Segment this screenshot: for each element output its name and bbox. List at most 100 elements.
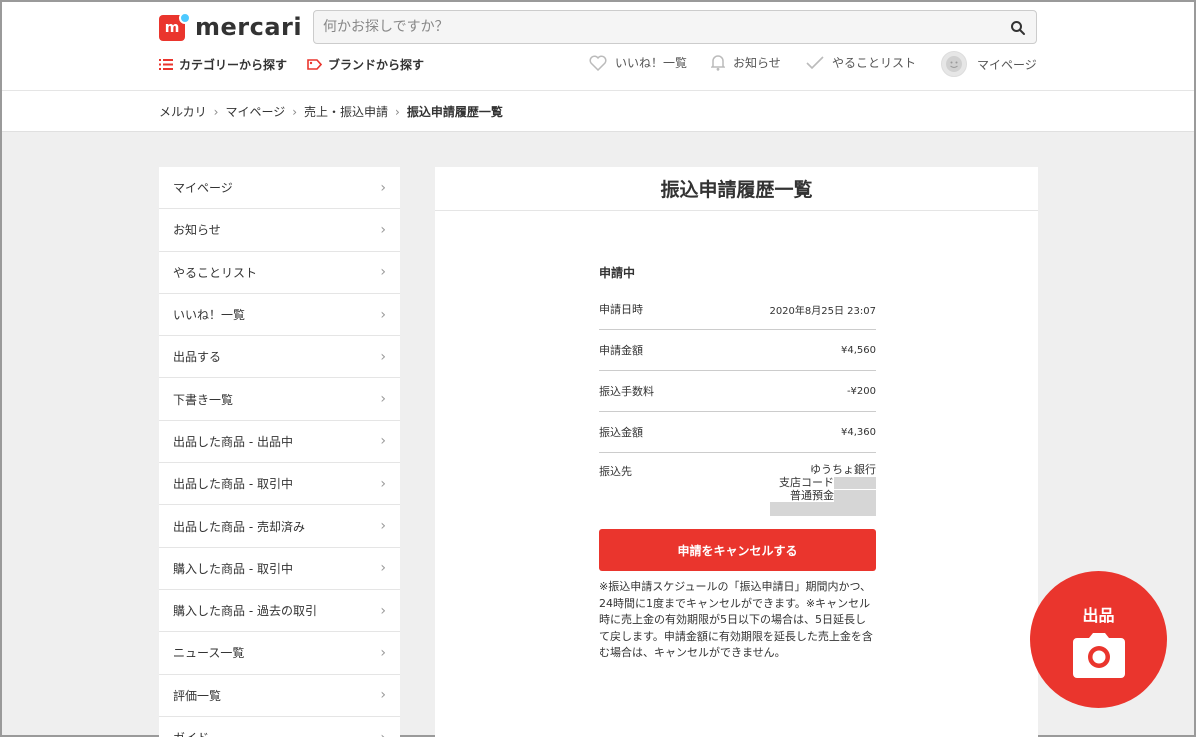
sidebar-item-todo[interactable]: やることリスト › (159, 252, 400, 294)
brand-search-label: ブランドから探す (328, 58, 425, 72)
row-value: -¥200 (846, 385, 876, 397)
redacted-branch (834, 477, 876, 489)
sidebar-item-purchased-past[interactable]: 購入した商品 - 過去の取引 › (159, 590, 400, 633)
chevron-right-icon: › (380, 433, 386, 450)
row-value: ¥4,360 (841, 426, 876, 438)
sidebar-item-reviews[interactable]: 評価一覧 › (159, 675, 400, 717)
cancel-note: ※振込申請スケジュールの「振込申請日」期間内かつ、24時間に1度までキャンセルが… (599, 580, 873, 659)
search-icon[interactable] (1010, 20, 1026, 36)
sidebar-item-label: 出品した商品 - 出品中 (173, 434, 293, 449)
row-label: 振込手数料 (599, 385, 654, 398)
camera-icon (1072, 632, 1125, 678)
sidebar-item-label: 購入した商品 - 過去の取引 (173, 604, 317, 619)
detail-row-transfer-amount: 振込金額 ¥4,360 (599, 412, 876, 453)
sidebar-item-listed-active[interactable]: 出品した商品 - 出品中 › (159, 421, 400, 464)
detail-row-fee: 振込手数料 -¥200 (599, 371, 876, 412)
sidebar-item-news[interactable]: お知らせ › (159, 209, 400, 252)
sidebar-item-label: 下書き一覧 (173, 392, 234, 407)
tag-icon (307, 59, 322, 70)
account-number-line (770, 502, 876, 516)
chevron-right-icon: › (380, 560, 386, 577)
sidebar-item-purchased-trading[interactable]: 購入した商品 - 取引中 › (159, 548, 400, 590)
row-label: 振込先 (599, 465, 632, 478)
likes-link[interactable]: いいね！一覧 (589, 54, 687, 71)
detail-row-amount: 申請金額 ¥4,560 (599, 330, 876, 371)
sidebar-item-guide[interactable]: ガイド › (159, 717, 400, 737)
chevron-right-icon: › (380, 221, 386, 238)
cancel-request-button[interactable]: 申請をキャンセルする (599, 529, 876, 571)
breadcrumb-item-mercari[interactable]: メルカリ (159, 103, 207, 120)
sell-button[interactable]: 出品 (1030, 571, 1167, 708)
chevron-right-icon: › (380, 644, 386, 661)
header: m mercari カテゴリーから探す ブランドから探す (2, 2, 1194, 90)
detail-row-bank: 振込先 ゆうちょ銀行 支店コード 普通預金 (599, 453, 876, 516)
chevron-right-icon: › (380, 306, 386, 323)
sidebar-item-label: 評価一覧 (173, 688, 222, 703)
chevron-right-icon: › (380, 264, 386, 281)
user-icon (946, 56, 962, 72)
news-label: お知らせ (733, 56, 781, 70)
mercari-logo-mark: m (159, 12, 191, 41)
sidebar: マイページ › お知らせ › やることリスト › いいね！一覧 › 出品する › 下書き一… (159, 167, 400, 737)
sidebar-item-label: マイページ (173, 181, 233, 196)
brand-search-link[interactable]: ブランドから探す (307, 56, 424, 73)
search-box (313, 10, 1037, 44)
mypage-label: マイページ (977, 57, 1037, 72)
breadcrumb-item-sales[interactable]: 売上・振込申請 (304, 103, 388, 120)
sidebar-item-label: ニュース一覧 (173, 646, 245, 661)
heart-icon (589, 55, 607, 71)
breadcrumb-separator: › (395, 104, 400, 119)
sidebar-item-drafts[interactable]: 下書き一覧 › (159, 378, 400, 421)
sidebar-item-label: ガイド (173, 729, 209, 737)
mercari-logo[interactable]: m mercari (159, 12, 303, 41)
sidebar-item-listed-sold[interactable]: 出品した商品 - 売却済み › (159, 505, 400, 548)
chevron-right-icon: › (380, 687, 386, 704)
sidebar-item-news-list[interactable]: ニュース一覧 › (159, 632, 400, 675)
breadcrumb: メルカリ › マイページ › 売上・振込申請 › 振込申請履歴一覧 (159, 103, 503, 120)
branch-line: 支店コード (770, 476, 876, 489)
breadcrumb-item-mypage[interactable]: マイページ (225, 103, 285, 120)
chevron-right-icon: › (380, 602, 386, 619)
mypage-link[interactable]: マイページ (941, 51, 1037, 77)
account-type-label: 普通預金 (790, 489, 834, 502)
breadcrumb-separator: › (292, 104, 298, 119)
sidebar-item-label: 購入した商品 - 取引中 (173, 561, 293, 576)
todo-label: やることリスト (832, 56, 917, 70)
news-link[interactable]: お知らせ (711, 54, 781, 71)
chevron-right-icon: › (380, 391, 386, 408)
chevron-right-icon: › (380, 348, 386, 365)
account-line: 普通預金 (770, 489, 876, 502)
sidebar-item-mypage[interactable]: マイページ › (159, 167, 400, 210)
breadcrumb-current: 振込申請履歴一覧 (406, 105, 503, 119)
breadcrumb-bar: メルカリ › マイページ › 売上・振込申請 › 振込申請履歴一覧 (2, 90, 1194, 132)
logo-dot (179, 12, 191, 24)
bell-icon (711, 54, 725, 71)
sidebar-item-label: 出品した商品 - 取引中 (173, 477, 293, 492)
todo-link[interactable]: やることリスト (806, 54, 916, 71)
sidebar-item-listed-trading[interactable]: 出品した商品 - 取引中 › (159, 463, 400, 506)
sidebar-item-label: やることリスト (173, 265, 258, 280)
row-value: ¥4,560 (841, 344, 876, 356)
category-search-link[interactable]: カテゴリーから探す (159, 56, 287, 73)
logo-text: mercari (195, 13, 303, 41)
row-value: 2020年8月25日 23:07 (769, 305, 876, 317)
sidebar-item-label: 出品した商品 - 売却済み (173, 519, 305, 534)
sell-label: 出品 (1082, 605, 1115, 625)
chevron-right-icon: › (380, 518, 386, 535)
main-panel: 振込申請履歴一覧 申請中 申請日時 2020年8月25日 23:07 申請金額 … (435, 167, 1038, 737)
bank-info: ゆうちょ銀行 支店コード 普通預金 (770, 463, 876, 516)
detail-row-date: 申請日時 2020年8月25日 23:07 (599, 289, 876, 330)
avatar (941, 51, 967, 77)
search-input[interactable] (314, 11, 1036, 43)
page-title: 振込申請履歴一覧 (435, 167, 1038, 211)
sidebar-item-label: お知らせ (173, 223, 221, 238)
bank-name: ゆうちょ銀行 (810, 463, 876, 476)
breadcrumb-separator: › (213, 104, 219, 119)
likes-label: いいね！一覧 (615, 56, 688, 70)
sidebar-item-label: 出品する (173, 350, 222, 365)
sidebar-item-label: いいね！一覧 (173, 308, 246, 323)
chevron-right-icon: › (380, 475, 386, 492)
sidebar-item-likes[interactable]: いいね！一覧 › (159, 294, 400, 337)
chevron-right-icon: › (380, 179, 386, 196)
sidebar-item-sell[interactable]: 出品する › (159, 336, 400, 379)
